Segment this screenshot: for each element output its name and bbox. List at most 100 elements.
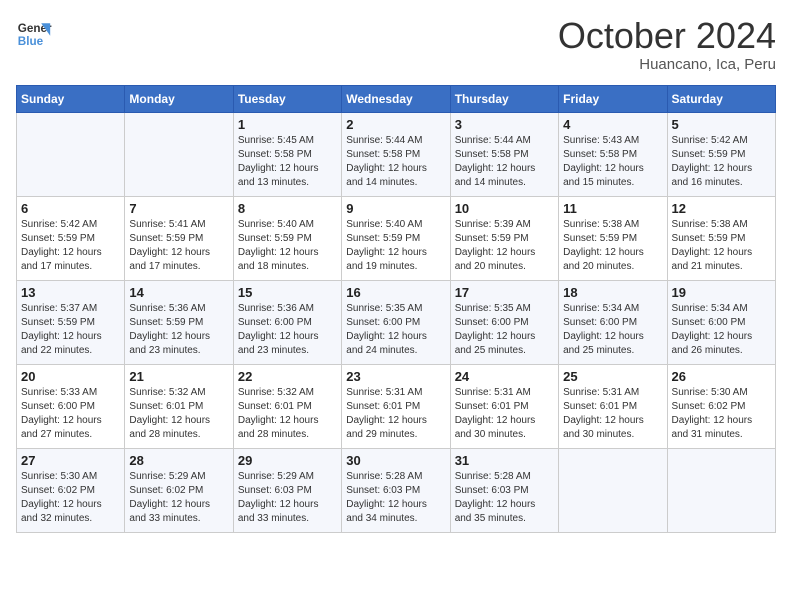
calendar-cell: 26 Sunrise: 5:30 AM Sunset: 6:02 PM Dayli…	[667, 364, 775, 448]
calendar-week-row: 1 Sunrise: 5:45 AM Sunset: 5:58 PM Daylig…	[17, 112, 776, 196]
calendar-cell: 23Sunrise: 5:31 AM Sunset: 6:01 PM Dayli…	[342, 364, 450, 448]
day-number: 9	[346, 201, 445, 216]
calendar-cell	[125, 112, 233, 196]
day-info: Sunrise: 5:30 AM Sunset: 6:02 PM Dayligh…	[21, 470, 120, 526]
day-number: 27	[21, 453, 120, 468]
day-info: Sunrise: 5:29 AM Sunset: 6:02 PM Dayligh…	[129, 470, 228, 526]
calendar-week-row: 6 Sunrise: 5:42 AM Sunset: 5:59 PM Daylig…	[17, 196, 776, 280]
calendar-cell: 15 Sunrise: 5:36 AM Sunset: 6:00 PM Dayli…	[233, 280, 341, 364]
day-info: Sunrise: 5:36 AM Sunset: 5:59 PM Dayligh…	[129, 302, 228, 358]
day-info: Sunrise: 5:31 AM Sunset: 6:01 PM Dayligh…	[346, 386, 445, 442]
day-number: 18	[563, 285, 662, 300]
day-info: Sunrise: 5:39 AM Sunset: 5:59 PM Dayligh…	[455, 218, 554, 274]
day-info: Sunrise: 5:31 AM Sunset: 6:01 PM Dayligh…	[563, 386, 662, 442]
day-number: 15	[238, 285, 337, 300]
day-number: 21	[129, 369, 228, 384]
day-number: 6	[21, 201, 120, 216]
calendar-cell: 7 Sunrise: 5:41 AM Sunset: 5:59 PM Daylig…	[125, 196, 233, 280]
day-info: Sunrise: 5:40 AM Sunset: 5:59 PM Dayligh…	[346, 218, 445, 274]
calendar-header-row: SundayMondayTuesdayWednesdayThursdayFrid…	[17, 85, 776, 112]
calendar-cell: 20Sunrise: 5:33 AM Sunset: 6:00 PM Dayli…	[17, 364, 125, 448]
day-info: Sunrise: 5:29 AM Sunset: 6:03 PM Dayligh…	[238, 470, 337, 526]
calendar-table: SundayMondayTuesdayWednesdayThursdayFrid…	[16, 85, 776, 533]
calendar-cell: 29Sunrise: 5:29 AM Sunset: 6:03 PM Dayli…	[233, 448, 341, 532]
calendar-cell: 21 Sunrise: 5:32 AM Sunset: 6:01 PM Dayli…	[125, 364, 233, 448]
month-title: October 2024	[558, 16, 776, 56]
day-number: 14	[129, 285, 228, 300]
calendar-cell: 11 Sunrise: 5:38 AM Sunset: 5:59 PM Dayli…	[559, 196, 667, 280]
day-info: Sunrise: 5:43 AM Sunset: 5:58 PM Dayligh…	[563, 134, 662, 190]
calendar-cell: 9 Sunrise: 5:40 AM Sunset: 5:59 PM Daylig…	[342, 196, 450, 280]
calendar-cell	[559, 448, 667, 532]
calendar-cell: 4 Sunrise: 5:43 AM Sunset: 5:58 PM Daylig…	[559, 112, 667, 196]
day-number: 3	[455, 117, 554, 132]
day-number: 1	[238, 117, 337, 132]
day-info: Sunrise: 5:28 AM Sunset: 6:03 PM Dayligh…	[455, 470, 554, 526]
calendar-cell: 6 Sunrise: 5:42 AM Sunset: 5:59 PM Daylig…	[17, 196, 125, 280]
day-number: 2	[346, 117, 445, 132]
day-number: 25	[563, 369, 662, 384]
calendar-cell: 18 Sunrise: 5:34 AM Sunset: 6:00 PM Dayli…	[559, 280, 667, 364]
location: Huancano, Ica, Peru	[558, 56, 776, 73]
weekday-header: Sunday	[17, 85, 125, 112]
calendar-cell: 5 Sunrise: 5:42 AM Sunset: 5:59 PM Daylig…	[667, 112, 775, 196]
day-info: Sunrise: 5:28 AM Sunset: 6:03 PM Dayligh…	[346, 470, 445, 526]
day-info: Sunrise: 5:35 AM Sunset: 6:00 PM Dayligh…	[455, 302, 554, 358]
calendar-cell: 30 Sunrise: 5:28 AM Sunset: 6:03 PM Dayli…	[342, 448, 450, 532]
day-number: 13	[21, 285, 120, 300]
day-info: Sunrise: 5:45 AM Sunset: 5:58 PM Dayligh…	[238, 134, 337, 190]
calendar-cell: 13 Sunrise: 5:37 AM Sunset: 5:59 PM Dayli…	[17, 280, 125, 364]
day-info: Sunrise: 5:30 AM Sunset: 6:02 PM Dayligh…	[672, 386, 771, 442]
calendar-cell: 22Sunrise: 5:32 AM Sunset: 6:01 PM Dayli…	[233, 364, 341, 448]
day-info: Sunrise: 5:34 AM Sunset: 6:00 PM Dayligh…	[563, 302, 662, 358]
calendar-cell: 12 Sunrise: 5:38 AM Sunset: 5:59 PM Dayli…	[667, 196, 775, 280]
calendar-cell: 3 Sunrise: 5:44 AM Sunset: 5:58 PM Daylig…	[450, 112, 558, 196]
calendar-cell	[17, 112, 125, 196]
day-number: 31	[455, 453, 554, 468]
day-info: Sunrise: 5:41 AM Sunset: 5:59 PM Dayligh…	[129, 218, 228, 274]
day-info: Sunrise: 5:44 AM Sunset: 5:58 PM Dayligh…	[455, 134, 554, 190]
day-info: Sunrise: 5:38 AM Sunset: 5:59 PM Dayligh…	[563, 218, 662, 274]
day-info: Sunrise: 5:38 AM Sunset: 5:59 PM Dayligh…	[672, 218, 771, 274]
day-number: 26	[672, 369, 771, 384]
calendar-cell: 28 Sunrise: 5:29 AM Sunset: 6:02 PM Dayli…	[125, 448, 233, 532]
calendar-cell: 19 Sunrise: 5:34 AM Sunset: 6:00 PM Dayli…	[667, 280, 775, 364]
day-info: Sunrise: 5:32 AM Sunset: 6:01 PM Dayligh…	[129, 386, 228, 442]
day-number: 7	[129, 201, 228, 216]
day-number: 12	[672, 201, 771, 216]
day-number: 24	[455, 369, 554, 384]
calendar-cell: 1 Sunrise: 5:45 AM Sunset: 5:58 PM Daylig…	[233, 112, 341, 196]
calendar-week-row: 20Sunrise: 5:33 AM Sunset: 6:00 PM Dayli…	[17, 364, 776, 448]
weekday-header: Thursday	[450, 85, 558, 112]
day-number: 19	[672, 285, 771, 300]
calendar-cell: 25 Sunrise: 5:31 AM Sunset: 6:01 PM Dayli…	[559, 364, 667, 448]
calendar-cell: 16 Sunrise: 5:35 AM Sunset: 6:00 PM Dayli…	[342, 280, 450, 364]
day-number: 28	[129, 453, 228, 468]
day-info: Sunrise: 5:42 AM Sunset: 5:59 PM Dayligh…	[21, 218, 120, 274]
weekday-header: Monday	[125, 85, 233, 112]
day-info: Sunrise: 5:31 AM Sunset: 6:01 PM Dayligh…	[455, 386, 554, 442]
day-info: Sunrise: 5:42 AM Sunset: 5:59 PM Dayligh…	[672, 134, 771, 190]
weekday-header: Tuesday	[233, 85, 341, 112]
day-info: Sunrise: 5:33 AM Sunset: 6:00 PM Dayligh…	[21, 386, 120, 442]
day-info: Sunrise: 5:36 AM Sunset: 6:00 PM Dayligh…	[238, 302, 337, 358]
calendar-cell: 10 Sunrise: 5:39 AM Sunset: 5:59 PM Dayli…	[450, 196, 558, 280]
day-number: 11	[563, 201, 662, 216]
calendar-cell: 31 Sunrise: 5:28 AM Sunset: 6:03 PM Dayli…	[450, 448, 558, 532]
svg-text:Blue: Blue	[18, 35, 44, 48]
day-number: 30	[346, 453, 445, 468]
calendar-cell: 24 Sunrise: 5:31 AM Sunset: 6:01 PM Dayli…	[450, 364, 558, 448]
day-info: Sunrise: 5:35 AM Sunset: 6:00 PM Dayligh…	[346, 302, 445, 358]
logo-icon: General Blue	[16, 16, 52, 52]
weekday-header: Wednesday	[342, 85, 450, 112]
day-number: 5	[672, 117, 771, 132]
day-number: 4	[563, 117, 662, 132]
calendar-cell: 27 Sunrise: 5:30 AM Sunset: 6:02 PM Dayli…	[17, 448, 125, 532]
day-info: Sunrise: 5:32 AM Sunset: 6:01 PM Dayligh…	[238, 386, 337, 442]
day-info: Sunrise: 5:37 AM Sunset: 5:59 PM Dayligh…	[21, 302, 120, 358]
day-number: 16	[346, 285, 445, 300]
day-number: 10	[455, 201, 554, 216]
calendar-cell: 17Sunrise: 5:35 AM Sunset: 6:00 PM Dayli…	[450, 280, 558, 364]
calendar-cell	[667, 448, 775, 532]
day-info: Sunrise: 5:34 AM Sunset: 6:00 PM Dayligh…	[672, 302, 771, 358]
